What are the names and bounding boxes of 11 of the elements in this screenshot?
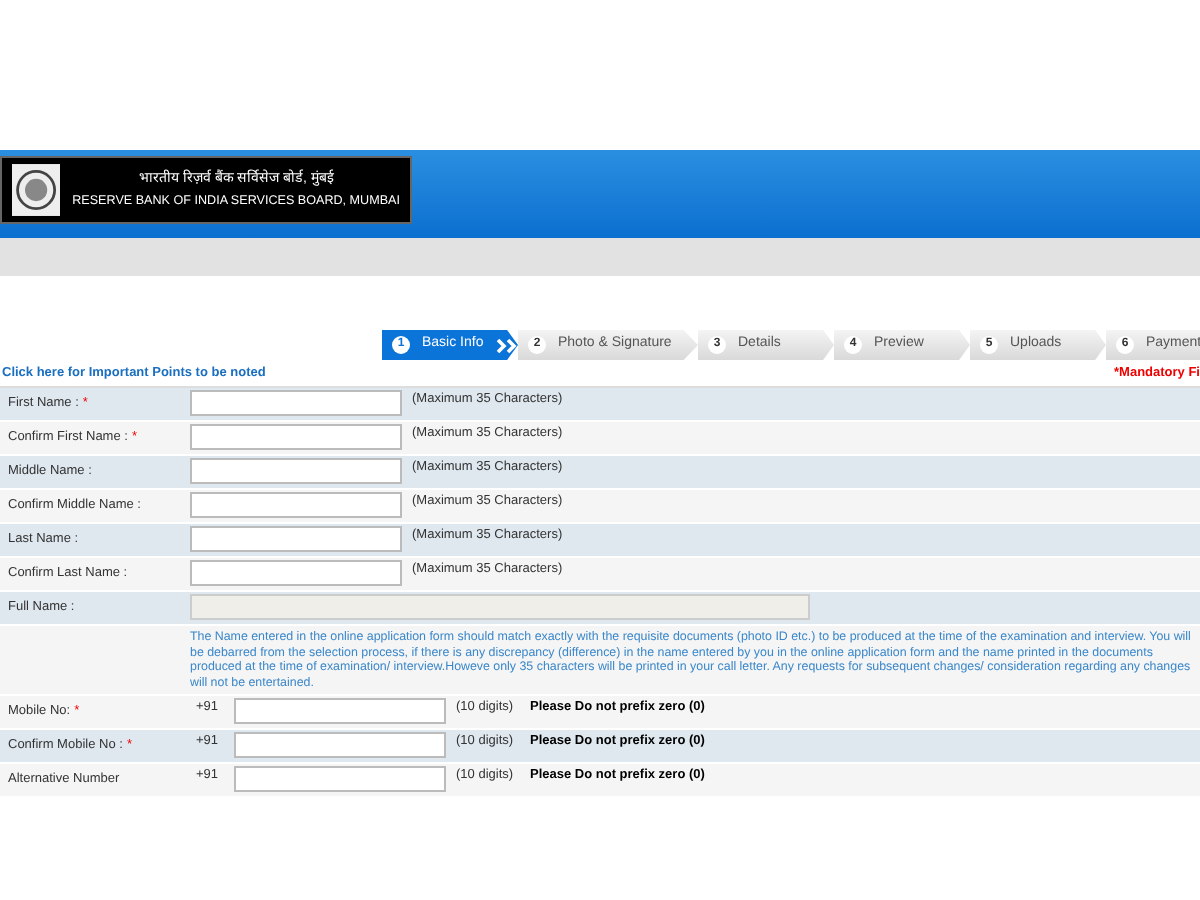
- text-input-field[interactable]: [190, 390, 402, 416]
- text-input-field[interactable]: [190, 424, 402, 450]
- phone-input-field[interactable]: [234, 732, 446, 758]
- phone-input-field[interactable]: [234, 698, 446, 724]
- text-input-field[interactable]: [190, 458, 402, 484]
- emblem-icon: [12, 162, 61, 218]
- double-chevron-icon: [495, 337, 518, 353]
- text-input-field[interactable]: [190, 526, 402, 552]
- text-input-field[interactable]: [190, 560, 402, 586]
- text-input-field[interactable]: [190, 492, 402, 518]
- phone-input-field[interactable]: [234, 766, 446, 792]
